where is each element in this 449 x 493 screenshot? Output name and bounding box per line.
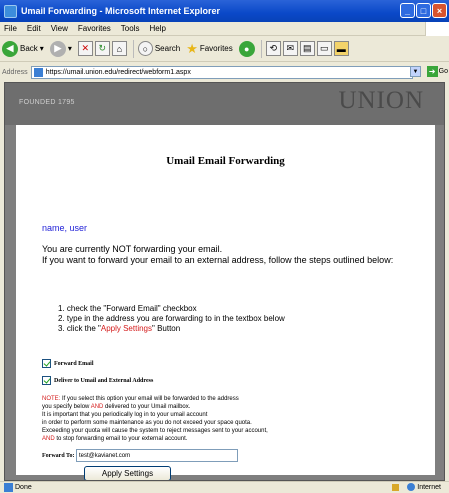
- address-input[interactable]: https://umail.union.edu/redirect/webform…: [30, 65, 413, 79]
- steps-list: 1. check the "Forward Email" checkbox 2.…: [58, 304, 285, 334]
- edit-icon[interactable]: ▭: [316, 41, 332, 56]
- deliver-checkbox[interactable]: [42, 376, 51, 385]
- favorites-button[interactable]: ★ Favorites: [186, 41, 233, 57]
- media-icon[interactable]: ●: [238, 40, 255, 57]
- intro-text: You are currently NOT forwarding your em…: [42, 244, 422, 266]
- forward-arrow-icon: ▶: [49, 40, 66, 57]
- user-name: name, user: [42, 223, 88, 233]
- note-line-5: Exceeding your quota will cause the syst…: [42, 428, 268, 434]
- internet-zone-icon: [407, 483, 416, 491]
- note-line-2a: you specify below: [42, 404, 91, 410]
- back-arrow-icon: ◀: [2, 40, 18, 57]
- note-line-1: If you select this option your email wil…: [60, 396, 239, 402]
- union-banner: FOUNDED 1795 UNION: [5, 83, 444, 125]
- page-title: Umail Email Forwarding: [166, 155, 285, 167]
- menu-favorites[interactable]: Favorites: [78, 24, 111, 33]
- status-text: Done: [15, 484, 32, 491]
- print-icon[interactable]: ▤: [299, 41, 315, 56]
- refresh-icon[interactable]: ↻: [94, 41, 110, 56]
- menu-file[interactable]: File: [4, 24, 17, 33]
- step-3-prefix: 3. click the ": [58, 324, 101, 333]
- page-done-icon: [4, 483, 13, 492]
- step-2: 2. type in the address you are forwardin…: [58, 314, 285, 323]
- page-icon: [33, 67, 43, 77]
- toolbar: ◀ Back ▾ ▶ ▾ ✕ ↻ ⌂ ○ Search ★ Favorites …: [0, 36, 449, 62]
- search-icon: ○: [137, 41, 153, 56]
- go-label: Go: [438, 68, 448, 75]
- note-and-2: AND: [42, 436, 55, 442]
- deliver-label: Deliver to Umail and External Address: [54, 377, 154, 384]
- deliver-row: Deliver to Umail and External Address: [42, 376, 153, 385]
- stop-icon[interactable]: ✕: [77, 41, 93, 56]
- forward-to-value: test@kavianet.com: [79, 452, 131, 459]
- note-prefix: NOTE:: [42, 396, 61, 402]
- favorites-label: Favorites: [199, 44, 233, 53]
- search-button[interactable]: ○ Search: [137, 41, 181, 56]
- windows-logo-icon: [425, 22, 449, 36]
- mail-icon[interactable]: ✉: [282, 41, 298, 56]
- forward-to-label: Forward To:: [42, 453, 75, 459]
- browser-viewport: FOUNDED 1795 UNION Umail Email Forwardin…: [4, 82, 445, 481]
- forward-button[interactable]: ▶ ▾: [49, 40, 72, 57]
- back-button[interactable]: ◀ Back ▾: [2, 40, 44, 57]
- back-label: Back: [20, 44, 38, 53]
- menu-tools[interactable]: Tools: [121, 24, 140, 33]
- history-icon[interactable]: ⟲: [265, 41, 281, 56]
- step-3-highlight: Apply Settings: [100, 324, 152, 333]
- window-title: Umail Forwarding - Microsoft Internet Ex…: [21, 6, 221, 16]
- minimize-button[interactable]: _: [400, 3, 415, 18]
- close-button[interactable]: ×: [432, 3, 447, 18]
- note-and-1: AND: [90, 404, 104, 410]
- go-arrow-icon: ➜: [426, 66, 438, 77]
- apply-settings-button[interactable]: Apply Settings: [84, 466, 171, 480]
- founded-text: FOUNDED 1795: [19, 99, 75, 106]
- intro-line-2: If you want to forward your email to an …: [42, 255, 394, 265]
- toolbar-separator-2: [260, 39, 262, 58]
- status-bar: Done Internet: [0, 481, 449, 493]
- step-3-suffix: " Button: [152, 324, 181, 333]
- address-label: Address: [2, 68, 28, 76]
- window-titlebar: Umail Forwarding - Microsoft Internet Ex…: [0, 0, 449, 22]
- menu-help[interactable]: Help: [149, 24, 165, 33]
- note-text: NOTE: If you select this option your ema…: [42, 395, 422, 443]
- favorites-star-icon: ★: [186, 40, 198, 56]
- note-line-4: in order to perform some maintenance as …: [42, 420, 252, 426]
- folder-icon[interactable]: ▬: [333, 41, 349, 56]
- address-url: https://umail.union.edu/redirect/webform…: [45, 68, 191, 76]
- address-dropdown-icon[interactable]: ▼: [410, 66, 421, 77]
- home-icon[interactable]: ⌂: [111, 41, 127, 56]
- back-dropdown-icon: ▾: [39, 44, 44, 53]
- forward-email-label: Forward Email: [54, 360, 94, 367]
- search-label: Search: [154, 44, 181, 53]
- step-1: 1. check the "Forward Email" checkbox: [58, 304, 197, 313]
- menu-edit[interactable]: Edit: [27, 24, 41, 33]
- zone-text: Internet: [417, 483, 441, 491]
- intro-line-1: You are currently NOT forwarding your em…: [42, 244, 223, 254]
- forward-email-row: Forward Email: [42, 359, 94, 368]
- forward-dropdown-icon: ▾: [67, 44, 72, 53]
- note-line-3: It is important that you periodically lo…: [42, 412, 208, 418]
- address-bar: Address https://umail.union.edu/redirect…: [0, 63, 449, 81]
- toolbar-separator: [132, 39, 134, 58]
- go-button[interactable]: ➜ Go: [426, 66, 448, 77]
- menu-view[interactable]: View: [51, 24, 68, 33]
- forward-to-input[interactable]: test@kavianet.com: [76, 449, 238, 462]
- lock-icon: [392, 483, 400, 491]
- menu-bar: File Edit View Favorites Tools Help: [0, 22, 449, 36]
- note-line-2b: delivered to your Umail mailbox.: [103, 404, 191, 410]
- step-3: 3. click the "Apply Settings" Button: [58, 324, 285, 334]
- forward-email-checkbox[interactable]: [42, 359, 51, 368]
- content-panel: Umail Email Forwarding name, user You ar…: [16, 125, 435, 480]
- union-logo: UNION: [338, 87, 424, 114]
- maximize-button[interactable]: □: [416, 3, 431, 18]
- ie-icon: [4, 4, 17, 18]
- note-line-6: to stop forwarding email to your externa…: [54, 436, 188, 442]
